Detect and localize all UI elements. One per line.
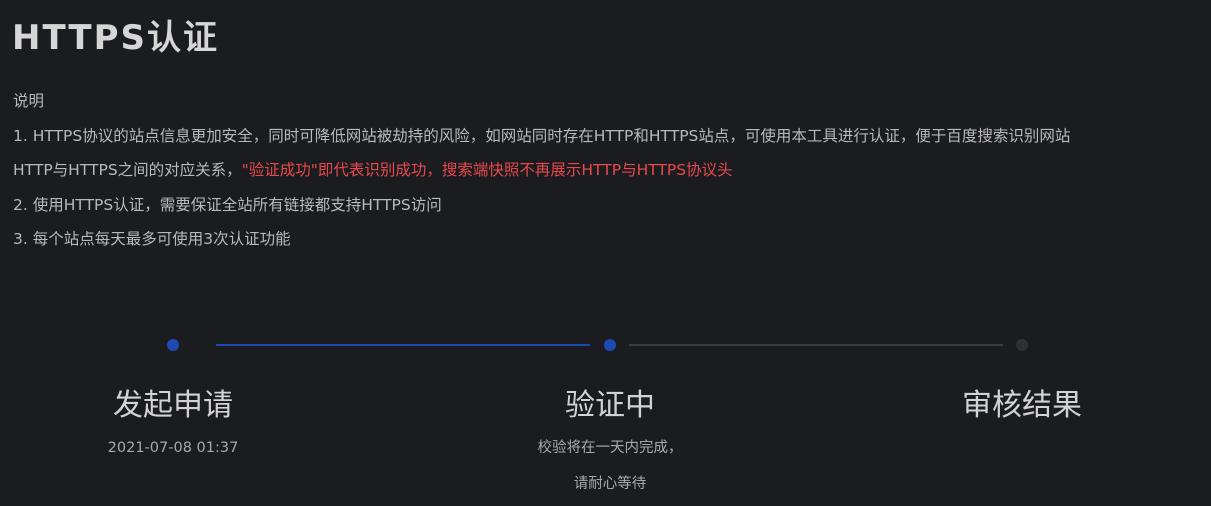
step-1: 发起申请 2021-07-08 01:37 [43, 384, 303, 466]
step-2-dot [604, 339, 616, 351]
description-item-2: 2. 使用HTTPS认证，需要保证全站所有链接都支持HTTPS访问 [13, 195, 442, 214]
step-3-dot [1016, 339, 1028, 351]
step-1-label: 发起申请 [113, 388, 233, 423]
step-2: 验证中 校验将在一天内完成， 请耐心等待 [480, 384, 740, 502]
step-2-note-line-1: 校验将在一天内完成， [537, 440, 683, 456]
page-title: HTTPS认证 [12, 18, 220, 58]
step-1-timestamp: 2021-07-08 01:37 [107, 440, 239, 456]
step-3: 审核结果 [892, 384, 1152, 428]
https-auth-page: HTTPS认证 说明 1. HTTPS协议的站点信息更加安全，同时可降低网站被劫… [0, 0, 1211, 506]
description-warning-text: "验证成功"即代表识别成功，搜索端快照不再展示HTTP与HTTPS协议头 [241, 161, 733, 179]
description-heading: 说明 [13, 92, 45, 110]
progress-steps: 发起申请 2021-07-08 01:37 验证中 校验将在一天内完成， 请耐心… [0, 334, 1211, 506]
description-item-1-text: HTTP与HTTPS之间的对应关系， [13, 161, 242, 179]
step-1-connector [216, 344, 590, 346]
step-1-dot [167, 339, 179, 351]
step-2-label: 验证中 [565, 388, 655, 423]
description-block: 说明 1. HTTPS协议的站点信息更加安全，同时可降低网站被劫持的风险，如网站… [13, 84, 1203, 257]
description-item-1-line-2: HTTP与HTTPS之间的对应关系，"验证成功"即代表识别成功，搜索端快照不再展… [13, 153, 1203, 188]
description-item-1-line-1: 1. HTTPS协议的站点信息更加安全，同时可降低网站被劫持的风险，如网站同时存… [13, 126, 1071, 145]
step-2-note-line-2: 请耐心等待 [573, 476, 647, 492]
step-2-connector [629, 344, 1003, 346]
description-item-3: 3. 每个站点每天最多可使用3次认证功能 [13, 230, 291, 248]
step-3-label: 审核结果 [962, 388, 1082, 423]
